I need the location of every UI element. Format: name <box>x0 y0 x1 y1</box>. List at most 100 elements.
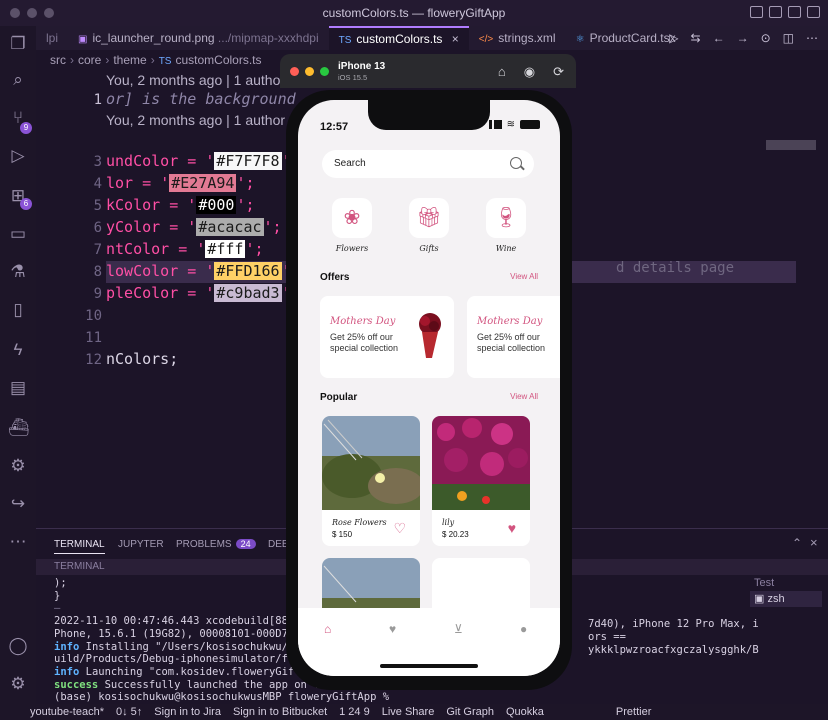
settings-sync-icon[interactable]: ⚙ <box>8 456 28 476</box>
run-debug-icon[interactable]: ▷ <box>8 146 28 166</box>
rotate-icon[interactable]: ⟳ <box>553 64 564 80</box>
gift-icon: 🎁︎ <box>409 198 449 238</box>
popular-view-all[interactable]: View All <box>510 392 538 401</box>
heart-outline-icon[interactable]: ♡ <box>393 520 406 537</box>
terminal-icon: ▣ <box>754 593 765 605</box>
tab-custom-colors[interactable]: TS customColors.ts × <box>328 26 469 50</box>
category-wine[interactable]: 🍷︎ Wine <box>484 198 528 253</box>
breadcrumb-item[interactable]: theme <box>113 53 146 67</box>
run-icon[interactable]: ▷ <box>669 31 678 45</box>
ghost-comment: d details page <box>616 260 735 276</box>
account-icon[interactable]: ◯ <box>8 636 28 656</box>
share-icon[interactable]: ↪ <box>8 494 28 514</box>
category-gifts[interactable]: 🎁︎ Gifts <box>407 198 451 253</box>
git-graph[interactable]: Git Graph <box>446 704 494 720</box>
minimize-window-button[interactable] <box>27 8 37 18</box>
tab-strings-xml[interactable]: </> strings.xml <box>469 26 566 50</box>
chevron-right-icon: › <box>105 53 110 67</box>
tab-label: strings.xml <box>498 31 556 45</box>
profile-icon[interactable]: ● <box>520 622 527 636</box>
category-label: Wine <box>495 244 517 253</box>
tab-lpi[interactable]: lpi <box>36 26 68 50</box>
line-number: 1 <box>93 92 102 108</box>
category-flowers[interactable]: ❀ Flowers <box>330 198 374 253</box>
database-icon[interactable]: ▤ <box>8 378 28 398</box>
docker-icon[interactable]: ⛴ <box>8 418 30 438</box>
breadcrumb-item[interactable]: customColors.ts <box>175 53 261 67</box>
forward-icon[interactable]: → <box>737 31 749 45</box>
source-control-badge: 9 <box>20 122 32 134</box>
offer-card[interactable]: Mothers Day Get 25% off our special coll… <box>320 296 454 378</box>
zoom-window-button[interactable] <box>44 8 54 18</box>
tab-ic-launcher[interactable]: ▣ ic_launcher_round.png .../mipmap-xxxhdp… <box>68 26 329 50</box>
product-price: $ 150 <box>332 530 353 539</box>
testing-icon[interactable]: ⚗ <box>8 262 28 282</box>
code-line: ntColor = ' #fff '; <box>106 240 264 258</box>
quokka[interactable]: Quokka <box>506 704 544 720</box>
bookmarks-icon[interactable]: ▯ <box>8 300 28 320</box>
manage-gear-icon[interactable]: ⚙ <box>8 674 28 694</box>
product-name: lily <box>442 518 455 527</box>
chevron-up-icon[interactable]: ⌃ <box>792 536 802 550</box>
search-input[interactable]: Search <box>322 150 534 178</box>
tab-problems[interactable]: PROBLEMS 24 <box>176 539 256 550</box>
back-icon[interactable]: ← <box>713 31 725 45</box>
editor-tabs: lpi ▣ ic_launcher_round.png .../mipmap-xx… <box>36 26 828 50</box>
heart-filled-icon[interactable]: ♥ <box>508 520 516 536</box>
offer-card[interactable]: Mothers Day Get 25% off our special coll… <box>467 296 560 378</box>
zoom-simulator-button[interactable] <box>320 67 329 76</box>
jira-sign-in[interactable]: Sign in to Jira <box>154 704 221 720</box>
offers-view-all[interactable]: View All <box>510 272 538 281</box>
tab-jupyter[interactable]: JUPYTER <box>118 539 164 550</box>
product-card[interactable]: Rose Flowers $ 150 ♡ <box>322 416 420 546</box>
customize-layout-icon[interactable] <box>807 6 820 18</box>
simulator-window-controls <box>290 67 329 76</box>
home-icon[interactable]: ⌂ <box>324 622 331 636</box>
tab-label: ic_launcher_round.png <box>92 31 215 45</box>
chevron-right-icon: › <box>150 53 155 67</box>
close-simulator-button[interactable] <box>290 67 299 76</box>
screenshot-icon[interactable]: ◉ <box>524 64 535 80</box>
signal-icon <box>488 120 502 129</box>
product-card[interactable]: lily $ 20.23 ♥ <box>432 416 530 546</box>
search-icon[interactable]: ⌕ <box>8 70 28 90</box>
search-icon[interactable] <box>510 157 522 169</box>
home-icon[interactable]: ⌂ <box>498 64 506 80</box>
minimap[interactable] <box>766 140 816 150</box>
close-window-button[interactable] <box>10 8 20 18</box>
favorites-heart-icon[interactable]: ♥ <box>389 622 396 636</box>
prettier-status[interactable]: Prettier <box>616 704 651 720</box>
more-icon[interactable]: ⋯ <box>8 532 28 552</box>
layout-controls <box>750 6 820 18</box>
split-editor-icon[interactable]: ◫ <box>783 31 794 45</box>
minimize-simulator-button[interactable] <box>305 67 314 76</box>
close-tab-icon[interactable]: × <box>452 32 459 46</box>
go-live-icon[interactable]: ⊙ <box>761 31 771 45</box>
close-panel-icon[interactable]: × <box>810 535 818 550</box>
typescript-file-icon: TS <box>158 56 172 67</box>
cart-icon[interactable]: ⊻ <box>454 622 463 636</box>
xml-file-icon: </> <box>478 34 494 45</box>
toggle-panel-icon[interactable] <box>769 6 782 18</box>
live-share[interactable]: Live Share <box>382 704 435 720</box>
terminal-item-test[interactable]: Test <box>750 575 822 591</box>
sync-status[interactable]: 0↓ 5↑ <box>116 704 142 720</box>
status-icons: ≋ <box>488 119 540 130</box>
problems-status[interactable]: 1 24 9 <box>339 704 370 720</box>
offer-text: Get 25% off our special collection <box>330 332 399 353</box>
breadcrumb-item[interactable]: core <box>78 53 101 67</box>
explorer-icon[interactable]: ❐ <box>8 34 28 54</box>
more-actions-icon[interactable]: ⋯ <box>806 31 818 45</box>
breadcrumb-item[interactable]: src <box>50 53 66 67</box>
branch-indicator[interactable]: youtube-teach* <box>30 704 104 720</box>
remote-explorer-icon[interactable]: ▭ <box>8 224 28 244</box>
lightning-icon[interactable]: ϟ <box>8 340 28 360</box>
toggle-sidebar-icon[interactable] <box>750 6 763 18</box>
tab-product-card[interactable]: ⚛ ProductCard.tsx <box>566 26 686 50</box>
toggle-secondary-sidebar-icon[interactable] <box>788 6 801 18</box>
compare-icon[interactable]: ⇆ <box>691 31 701 45</box>
terminal-item-zsh[interactable]: ▣ zsh <box>750 591 822 607</box>
bitbucket-sign-in[interactable]: Sign in to Bitbucket <box>233 704 327 720</box>
simulator-device-name: iPhone 13 <box>338 61 386 72</box>
tab-terminal[interactable]: TERMINAL <box>54 539 105 554</box>
